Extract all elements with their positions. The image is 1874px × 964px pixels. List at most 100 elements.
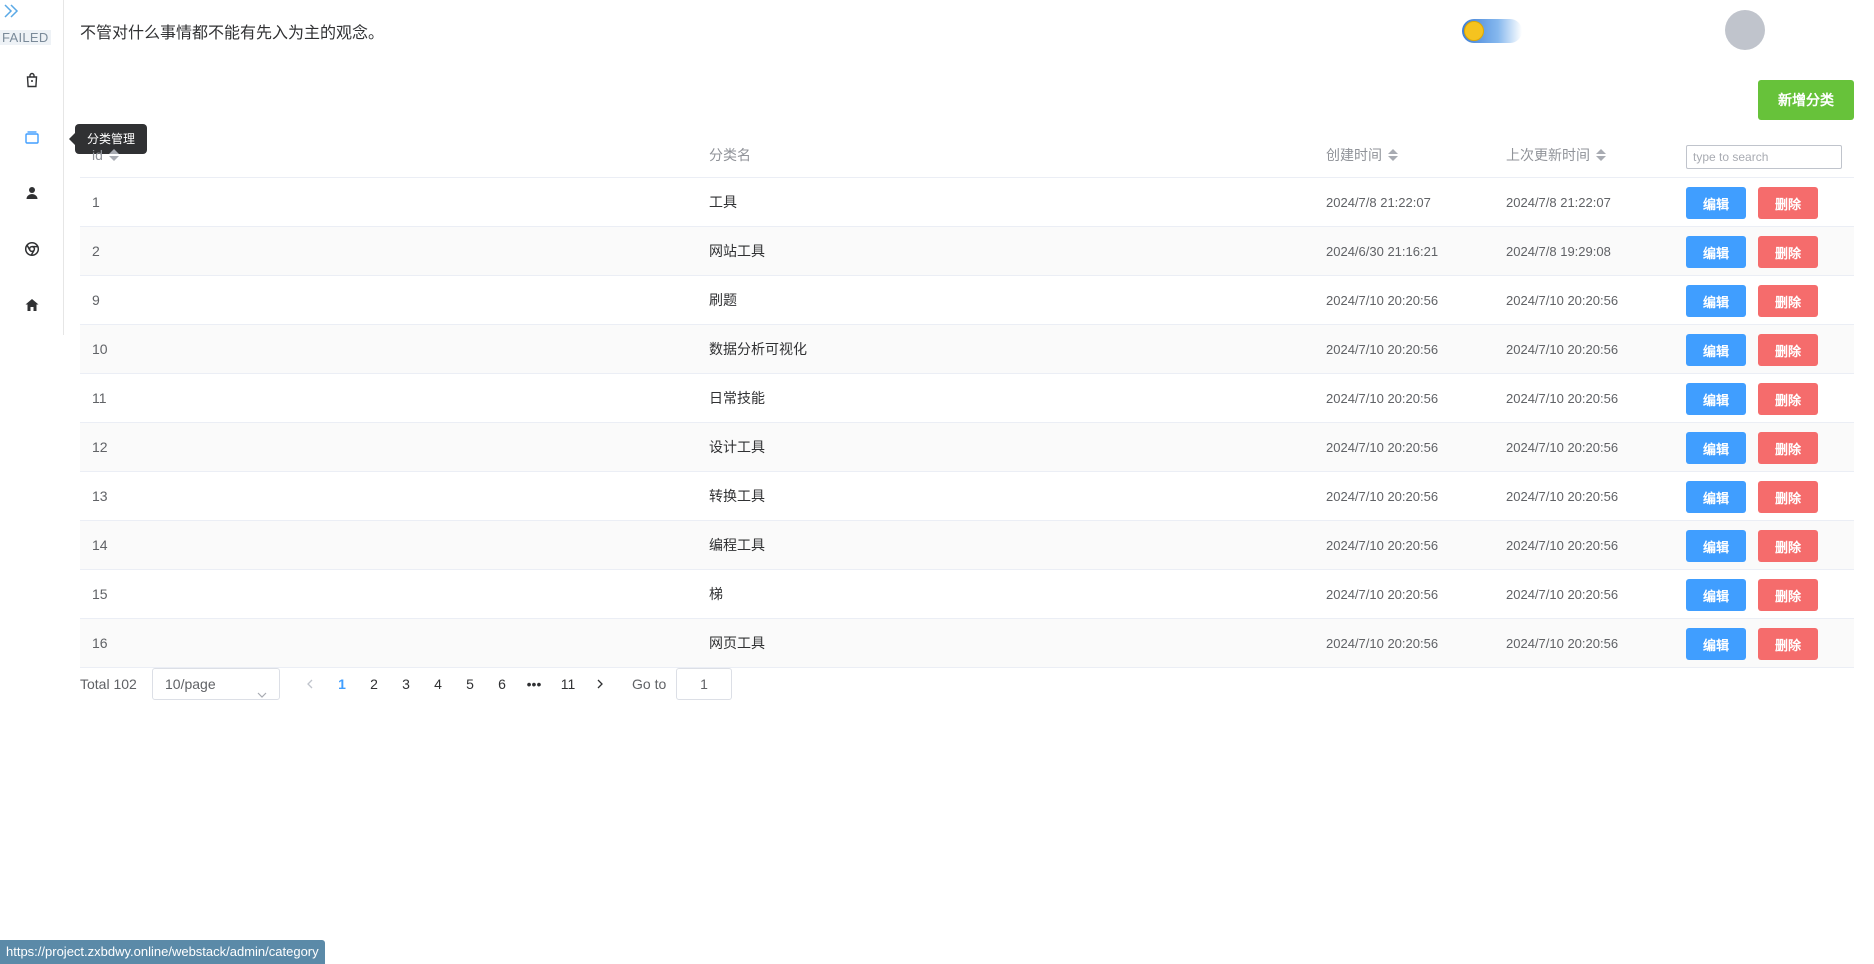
sidebar-item-shop[interactable] <box>18 68 46 96</box>
table-row: 1 工具 2024/7/8 21:22:07 2024/7/8 21:22:07 编辑删… <box>80 178 1854 227</box>
table-row: 10 数据分析可视化 2024/7/10 20:20:56 2024/7/10 20:… <box>80 325 1854 374</box>
cell-id: 10 <box>92 341 108 357</box>
page-button-2[interactable]: 2 <box>360 668 388 700</box>
delete-button[interactable]: 删除 <box>1758 481 1818 513</box>
edit-button[interactable]: 编辑 <box>1686 530 1746 562</box>
prev-page-button[interactable] <box>296 668 324 700</box>
cell-name: 设计工具 <box>709 439 765 455</box>
delete-button[interactable]: 删除 <box>1758 383 1818 415</box>
cell-id: 11 <box>92 390 107 406</box>
table-row: 12 设计工具 2024/7/10 20:20:56 2024/7/10 20:20:… <box>80 423 1854 472</box>
category-table: id 分类名 创建时间 上次更新时间 1 工具 2024/7/8 21:22:07 2… <box>80 132 1854 668</box>
edit-button[interactable]: 编辑 <box>1686 285 1746 317</box>
user-icon <box>24 185 40 206</box>
cell-updated: 2024/7/10 20:20:56 <box>1506 636 1619 651</box>
cell-updated: 2024/7/10 20:20:56 <box>1506 293 1619 308</box>
cell-name: 刷题 <box>709 292 737 308</box>
goto-label: Go to <box>632 676 667 692</box>
theme-toggle[interactable] <box>1462 19 1522 43</box>
pagination-total: Total 102 <box>80 676 137 692</box>
sidebar-item-category[interactable] <box>18 125 46 153</box>
page-button-6[interactable]: 6 <box>488 668 516 700</box>
status-bar-url: https://project.zxbdwy.online/webstack/a… <box>0 940 325 964</box>
table-row: 2 网站工具 2024/6/30 21:16:21 2024/7/8 19:29:08… <box>80 227 1854 276</box>
goto-page-input[interactable] <box>676 668 732 700</box>
sun-icon <box>1464 21 1484 41</box>
column-header-updated[interactable]: 上次更新时间 <box>1506 132 1606 178</box>
sort-icon[interactable] <box>108 149 119 161</box>
add-category-button[interactable]: 新增分类 <box>1758 80 1854 120</box>
cell-name: 转换工具 <box>709 488 765 504</box>
sidebar-item-home[interactable] <box>18 293 46 321</box>
edit-button[interactable]: 编辑 <box>1686 432 1746 464</box>
cell-name: 网页工具 <box>709 635 765 651</box>
column-header-id[interactable]: id <box>92 132 119 178</box>
cell-id: 1 <box>92 194 100 210</box>
edit-button[interactable]: 编辑 <box>1686 236 1746 268</box>
cell-name: 工具 <box>709 194 737 210</box>
page-button-5[interactable]: 5 <box>456 668 484 700</box>
page-size-select[interactable]: 10/page <box>152 668 280 700</box>
delete-button[interactable]: 删除 <box>1758 285 1818 317</box>
page-button-3[interactable]: 3 <box>392 668 420 700</box>
cell-updated: 2024/7/10 20:20:56 <box>1506 391 1619 406</box>
page-button-11[interactable]: 11 <box>554 668 582 700</box>
cell-id: 15 <box>92 586 108 602</box>
delete-button[interactable]: 删除 <box>1758 628 1818 660</box>
page-button-4[interactable]: 4 <box>424 668 452 700</box>
chrome-icon <box>24 241 40 262</box>
search-input[interactable] <box>1686 145 1842 169</box>
home-icon <box>24 297 40 318</box>
delete-button[interactable]: 删除 <box>1758 530 1818 562</box>
sort-icon[interactable] <box>1596 149 1606 161</box>
cell-id: 9 <box>92 292 100 308</box>
sort-icon[interactable] <box>1388 149 1398 161</box>
next-page-button[interactable] <box>586 668 614 700</box>
cell-created: 2024/7/10 20:20:56 <box>1326 538 1439 553</box>
page-button-1[interactable]: 1 <box>328 668 356 700</box>
cell-name: 网站工具 <box>709 243 765 259</box>
page-motto: 不管对什么事情都不能有先入为主的观念。 <box>80 25 385 42</box>
cell-created: 2024/7/10 20:20:56 <box>1326 391 1439 406</box>
cell-id: 14 <box>92 537 108 553</box>
column-header-created[interactable]: 创建时间 <box>1326 132 1398 178</box>
delete-button[interactable]: 删除 <box>1758 236 1818 268</box>
edit-button[interactable]: 编辑 <box>1686 628 1746 660</box>
edit-button[interactable]: 编辑 <box>1686 187 1746 219</box>
cell-name: 梯 <box>709 586 723 602</box>
edit-button[interactable]: 编辑 <box>1686 334 1746 366</box>
delete-button[interactable]: 删除 <box>1758 187 1818 219</box>
table-row: 15 梯 2024/7/10 20:20:56 2024/7/10 20:20:56 编… <box>80 570 1854 619</box>
cell-id: 13 <box>92 488 108 504</box>
table-row: 16 网页工具 2024/7/10 20:20:56 2024/7/10 20:20:… <box>80 619 1854 668</box>
cell-updated: 2024/7/10 20:20:56 <box>1506 440 1619 455</box>
edit-button[interactable]: 编辑 <box>1686 383 1746 415</box>
cell-updated: 2024/7/8 21:22:07 <box>1506 195 1611 210</box>
status-label: FAILED <box>0 30 51 45</box>
cell-created: 2024/6/30 21:16:21 <box>1326 244 1439 259</box>
sidebar-item-user[interactable] <box>18 181 46 209</box>
cell-created: 2024/7/10 20:20:56 <box>1326 293 1439 308</box>
cell-created: 2024/7/10 20:20:56 <box>1326 587 1439 602</box>
cell-id: 12 <box>92 439 108 455</box>
edit-button[interactable]: 编辑 <box>1686 481 1746 513</box>
delete-button[interactable]: 删除 <box>1758 432 1818 464</box>
delete-button[interactable]: 删除 <box>1758 334 1818 366</box>
table-row: 11 日常技能 2024/7/10 20:20:56 2024/7/10 20:20:… <box>80 374 1854 423</box>
shopping-bag-icon <box>24 72 40 93</box>
avatar[interactable] <box>1725 10 1765 50</box>
cell-updated: 2024/7/10 20:20:56 <box>1506 342 1619 357</box>
sidebar-item-site[interactable] <box>18 237 46 265</box>
cell-updated: 2024/7/8 19:29:08 <box>1506 244 1611 259</box>
sidebar: FAILED <box>0 0 64 335</box>
pager-more[interactable]: ••• <box>520 668 548 700</box>
delete-button[interactable]: 删除 <box>1758 579 1818 611</box>
edit-button[interactable]: 编辑 <box>1686 579 1746 611</box>
cell-created: 2024/7/10 20:20:56 <box>1326 440 1439 455</box>
cell-name: 日常技能 <box>709 390 765 406</box>
cell-id: 16 <box>92 635 108 651</box>
cell-updated: 2024/7/10 20:20:56 <box>1506 489 1619 504</box>
double-chevron-right-icon[interactable] <box>2 2 20 20</box>
table-row: 13 转换工具 2024/7/10 20:20:56 2024/7/10 20:20:… <box>80 472 1854 521</box>
pagination: Total 102 10/page 1 2 3 4 5 6 ••• 11 Go to <box>80 668 880 700</box>
